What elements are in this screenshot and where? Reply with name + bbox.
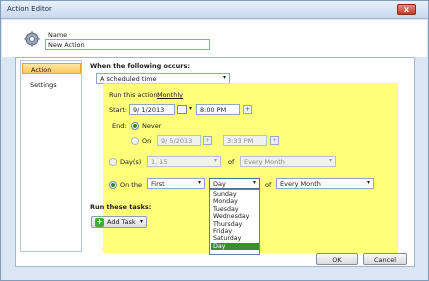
cancel-button[interactable]: Cancel <box>363 253 407 265</box>
days-label: Day(s) <box>120 158 142 166</box>
end-label: End: <box>112 122 127 130</box>
days-dropdown[interactable]: 1, 15 ▾ <box>147 156 221 167</box>
weekday-option[interactable]: Saturday <box>211 235 259 242</box>
calendar-icon[interactable] <box>177 105 187 114</box>
name-label: Name <box>48 31 68 39</box>
weekday-option[interactable]: Thursday <box>211 221 259 228</box>
name-input[interactable]: New Action <box>45 39 210 50</box>
days-radio[interactable] <box>109 158 117 166</box>
chevron-down-icon[interactable]: ▾ <box>189 105 192 112</box>
weekday-dropdown[interactable]: Day ▾ <box>209 178 260 189</box>
chevron-down-icon: ▾ <box>328 157 332 164</box>
sidebar-item-action[interactable]: Action <box>22 63 81 74</box>
ok-button[interactable]: OK <box>316 253 358 265</box>
chevron-down-icon: ▾ <box>252 179 256 186</box>
chevron-down-icon: ▾ <box>222 74 226 81</box>
start-time-field[interactable]: 8:00 PM <box>196 104 240 115</box>
weekday-option[interactable]: Monday <box>211 198 259 205</box>
window-title: Action Editor <box>7 5 52 13</box>
weekday-value: Day <box>213 180 226 188</box>
start-label: Start: <box>109 106 128 114</box>
weekday-option-selected[interactable]: Day <box>211 242 259 251</box>
weekday-option[interactable]: Sunday <box>211 191 259 198</box>
of-label: of <box>265 181 272 189</box>
end-date-field[interactable]: 9/ 5/2013 <box>157 135 201 146</box>
spin-icon[interactable]: + <box>203 136 212 145</box>
chevron-down-icon: ▾ <box>213 157 217 164</box>
days-value: 1, 15 <box>151 158 168 166</box>
spin-icon[interactable]: + <box>243 105 252 114</box>
add-task-button[interactable]: + Add Task ▾ <box>91 216 147 228</box>
ordinal-dropdown[interactable]: First ▾ <box>147 178 205 189</box>
weekday-listbox: Sunday Monday Tuesday Wednesday Thursday… <box>209 189 260 255</box>
weekday-option[interactable]: Wednesday <box>211 213 259 220</box>
days-month-dropdown[interactable]: Every Month ▾ <box>240 156 336 167</box>
run-label: Run this action: <box>109 91 160 99</box>
onthe-month-value: Every Month <box>280 180 321 188</box>
run-frequency-link[interactable]: Monthly <box>157 91 183 99</box>
close-button[interactable]: x <box>397 4 416 15</box>
sidebar-item-settings[interactable]: Settings <box>22 79 81 90</box>
chevron-down-icon: ▾ <box>139 218 143 225</box>
never-radio[interactable] <box>131 122 139 130</box>
on-the-radio[interactable] <box>109 181 117 189</box>
weekday-option[interactable]: Friday <box>211 228 259 235</box>
ordinal-value: First <box>151 180 165 188</box>
add-task-label: Add Task <box>107 218 136 226</box>
trigger-value: A scheduled time <box>100 75 157 83</box>
end-on-label: On <box>142 137 152 145</box>
title-bar: Action Editor x <box>1 1 428 19</box>
plus-icon: + <box>95 217 104 227</box>
spin-icon[interactable]: + <box>270 136 279 145</box>
end-time-field[interactable]: 3:33 PM <box>223 135 267 146</box>
occurs-heading: When the following occurs: <box>90 62 190 70</box>
tasks-heading: Run these tasks: <box>90 203 152 211</box>
end-on-radio[interactable] <box>131 137 139 145</box>
gear-icon <box>24 31 40 47</box>
onthe-month-dropdown[interactable]: Every Month ▾ <box>276 178 374 189</box>
days-month-value: Every Month <box>244 158 285 166</box>
on-the-label: On the <box>120 181 142 189</box>
sidebar: Action Settings <box>20 60 82 252</box>
weekday-option[interactable]: Tuesday <box>211 206 259 213</box>
chevron-down-icon: ▾ <box>366 179 370 186</box>
start-date-field[interactable]: 9/ 1/2013 <box>129 104 175 115</box>
of-label: of <box>228 158 235 166</box>
chevron-down-icon: ▾ <box>197 179 201 186</box>
never-label: Never <box>142 122 162 130</box>
